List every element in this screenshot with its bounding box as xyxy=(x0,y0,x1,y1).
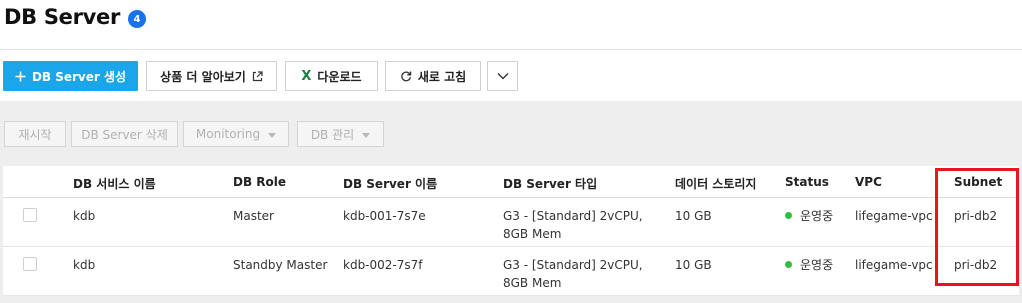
column-header-status[interactable]: Status xyxy=(785,175,829,189)
column-header-db-role[interactable]: DB Role xyxy=(233,175,286,189)
create-db-server-button[interactable]: DB Server 생성 xyxy=(3,61,138,91)
plus-icon xyxy=(15,71,26,82)
chevron-down-icon xyxy=(497,72,509,80)
content-area: 재시작 DB Server 삭제 Monitoring DB 관리 DB 서비스… xyxy=(0,101,1022,303)
cell-status: 운영중 xyxy=(785,207,833,225)
external-link-icon xyxy=(252,70,263,82)
refresh-label: 새로 고침 xyxy=(417,69,467,84)
cell-vpc: lifegame-vpc xyxy=(855,209,933,223)
db-manage-label: DB 관리 xyxy=(310,127,355,142)
more-button[interactable] xyxy=(487,61,518,91)
refresh-button[interactable]: 새로 고침 xyxy=(385,61,481,91)
cell-vpc: lifegame-vpc xyxy=(855,258,933,272)
status-dot-icon xyxy=(785,261,792,268)
row-checkbox[interactable] xyxy=(23,257,37,271)
table-row[interactable]: kdb Standby Master kdb-002-7s7f G3 - [St… xyxy=(3,247,1019,296)
cell-db-role: Master xyxy=(233,209,274,223)
download-label: 다운로드 xyxy=(317,69,362,84)
toolbar: DB Server 생성 상품 더 알아보기 X 다운로드 새로 고침 xyxy=(0,61,1022,91)
status-label: 운영중 xyxy=(800,209,834,223)
delete-db-server-button[interactable]: DB Server 삭제 xyxy=(71,121,178,147)
column-header-vpc[interactable]: VPC xyxy=(855,175,882,189)
count-badge: 4 xyxy=(128,10,146,28)
cell-service-name: kdb xyxy=(73,258,96,272)
cell-server-type: G3 - [Standard] 2vCPU, 8GB Mem xyxy=(503,258,643,290)
cell-status: 운영중 xyxy=(785,256,833,274)
db-manage-dropdown[interactable]: DB 관리 xyxy=(297,121,384,147)
cell-server-type: G3 - [Standard] 2vCPU, 8GB Mem xyxy=(503,209,643,241)
row-checkbox[interactable] xyxy=(23,208,37,222)
cell-db-role: Standby Master xyxy=(233,258,328,272)
cell-server-name[interactable]: kdb-002-7s7f xyxy=(343,256,423,274)
refresh-icon xyxy=(400,70,412,82)
cell-storage: 10 GB xyxy=(675,258,712,272)
monitoring-label: Monitoring xyxy=(195,127,261,141)
column-header-storage[interactable]: 데이터 스토리지 xyxy=(675,175,756,192)
download-button[interactable]: X 다운로드 xyxy=(285,61,378,91)
status-label: 운영중 xyxy=(800,258,834,272)
caret-down-icon xyxy=(362,132,371,138)
table-header: DB 서비스 이름 DB Role DB Server 이름 DB Server… xyxy=(3,166,1019,198)
column-header-server-name[interactable]: DB Server 이름 xyxy=(343,175,437,192)
db-server-table: DB 서비스 이름 DB Role DB Server 이름 DB Server… xyxy=(3,166,1019,296)
page-header: DB Server 4 xyxy=(0,0,1022,50)
status-dot-icon xyxy=(785,212,792,219)
column-header-server-type[interactable]: DB Server 타입 xyxy=(503,175,597,192)
create-button-label: DB Server 생성 xyxy=(31,69,127,84)
cell-service-name: kdb xyxy=(73,209,96,223)
table-row[interactable]: kdb Master kdb-001-7s7e G3 - [Standard] … xyxy=(3,198,1019,247)
learn-more-label: 상품 더 알아보기 xyxy=(160,69,246,84)
cell-storage: 10 GB xyxy=(675,209,712,223)
monitoring-dropdown[interactable]: Monitoring xyxy=(183,121,289,147)
caret-down-icon xyxy=(268,132,277,138)
column-header-service-name[interactable]: DB 서비스 이름 xyxy=(73,175,156,192)
restart-button[interactable]: 재시작 xyxy=(4,121,66,147)
learn-more-button[interactable]: 상품 더 알아보기 xyxy=(146,61,277,91)
page-title: DB Server xyxy=(4,5,121,29)
cell-server-name[interactable]: kdb-001-7s7e xyxy=(343,207,426,225)
subnet-highlight-box xyxy=(935,168,1019,286)
excel-icon: X xyxy=(301,68,312,84)
